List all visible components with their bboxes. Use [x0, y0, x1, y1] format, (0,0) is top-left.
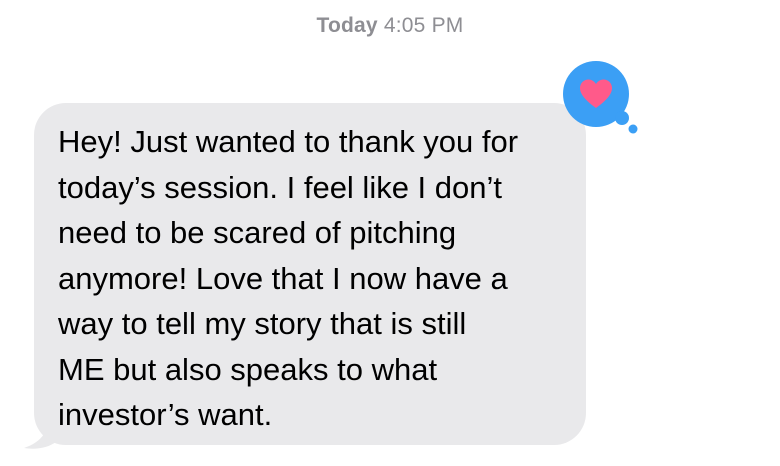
message-timestamp: Today 4:05 PM [0, 14, 780, 38]
timestamp-day: Today [316, 14, 378, 37]
heart-reaction[interactable] [560, 60, 640, 138]
message-thread: Today 4:05 PM Hey! Just wanted to thank … [0, 0, 780, 466]
message-text: Hey! Just wanted to thank you for today’… [58, 124, 519, 432]
timestamp-time: 4:05 PM [383, 14, 464, 37]
